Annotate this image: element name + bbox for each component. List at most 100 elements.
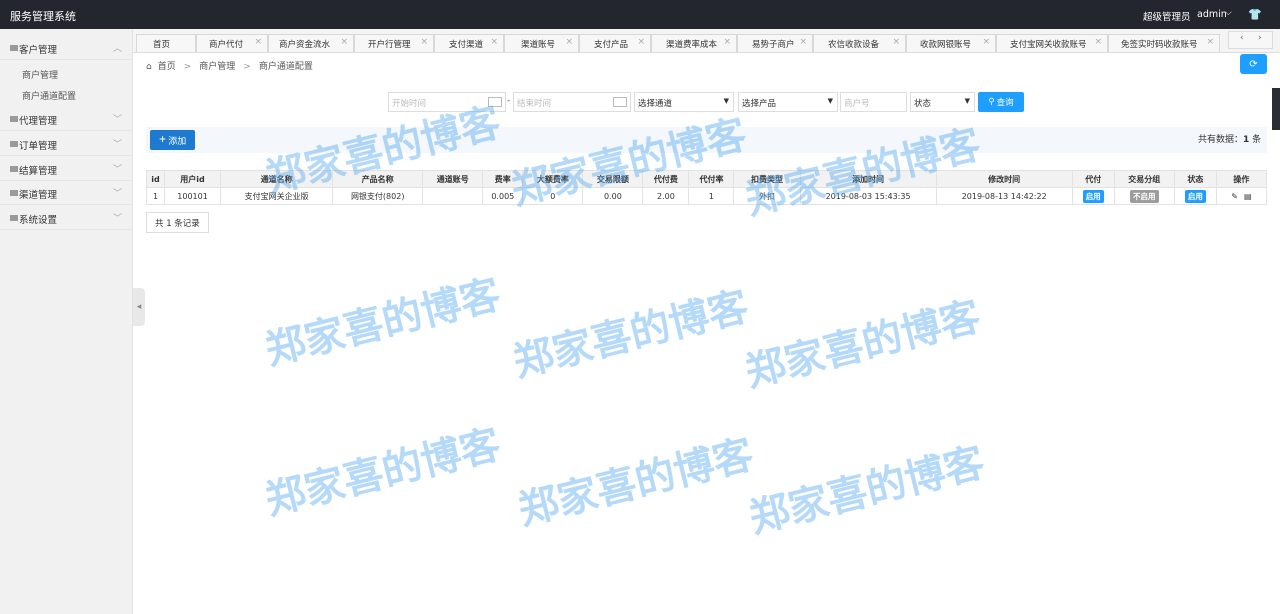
sidebar-group-order[interactable]: 订单管理 ﹀	[0, 132, 133, 156]
folder-icon	[10, 166, 18, 172]
cell-status: 启用	[1173, 187, 1217, 205]
breadcrumb-level2: 商户通道配置	[258, 62, 313, 72]
close-icon[interactable]: ×	[490, 37, 498, 47]
tab-bank-account[interactable]: 收款网银账号 ×	[906, 34, 996, 52]
cell-channel: 支付宝网关企业版	[220, 187, 334, 205]
tab-pay-product[interactable]: 支付产品 ×	[579, 34, 651, 52]
cell-product: 网银支付(802)	[332, 187, 424, 205]
tab-pay-channel[interactable]: 支付渠道 ×	[434, 34, 504, 52]
chevron-left-icon[interactable]: ‹	[1240, 33, 1244, 43]
close-icon[interactable]: ×	[254, 37, 262, 47]
record-count: 共 1 条记录	[146, 212, 209, 233]
calendar-icon	[488, 97, 502, 107]
close-icon[interactable]: ×	[637, 37, 645, 47]
sidebar-collapse-toggle[interactable]: ◂	[133, 288, 145, 326]
tabs-bar: 首页 商户代付 × 商户资金流水 × 开户行管理 × 支付渠道 × 渠道账号 × 支付产品…	[133, 29, 1280, 53]
col-header: 大额费率	[522, 170, 584, 188]
breadcrumb-home[interactable]: 首页	[158, 62, 176, 72]
cell-created: 2019-08-03 15:43:35	[799, 187, 937, 205]
sidebar-group-channel[interactable]: 渠道管理 ﹀	[0, 181, 133, 205]
col-header: 状态	[1173, 170, 1217, 188]
trade-group-badge[interactable]: 不启用	[1130, 189, 1159, 203]
tab-realtime-code[interactable]: 免签实时码收款账号 ×	[1108, 34, 1220, 52]
folder-icon	[10, 141, 18, 147]
chevron-right-icon[interactable]: ›	[1258, 33, 1262, 43]
close-icon[interactable]: ×	[723, 37, 731, 47]
tab-channel-rate[interactable]: 渠道费率成本 ×	[651, 34, 737, 52]
folder-icon	[10, 45, 18, 51]
sidebar-item-merchant-channel[interactable]: 商户通道配置	[22, 89, 76, 102]
sidebar-group-customer[interactable]: 客户管理 ︿	[0, 36, 133, 60]
refresh-button[interactable]: ⟳	[1240, 54, 1267, 74]
close-icon[interactable]: ×	[565, 37, 573, 47]
channel-config-table: id 用户id 通道名称 产品名称 通道账号 费率 大额费率 交易限额 代付费 …	[145, 170, 1268, 205]
sidebar-item-merchant[interactable]: 商户管理	[22, 68, 58, 81]
tab-merchant-payout[interactable]: 商户代付 ×	[196, 34, 268, 52]
close-icon[interactable]: ×	[340, 37, 348, 47]
col-header: 用户id	[164, 170, 222, 188]
tab-bank-management[interactable]: 开户行管理 ×	[354, 34, 434, 52]
sidebar-group-system[interactable]: 系统设置 ﹀	[0, 206, 133, 230]
query-button[interactable]: ⚲ 查询	[978, 92, 1024, 112]
tab-home[interactable]: 首页	[136, 34, 196, 52]
breadcrumb-level1[interactable]: 商户管理	[199, 62, 235, 72]
close-icon[interactable]: ×	[982, 37, 990, 47]
cell-large-rate: 0	[522, 187, 584, 205]
close-icon[interactable]: ×	[799, 37, 807, 47]
tab-merchant-funds[interactable]: 商户资金流水 ×	[268, 34, 354, 52]
product-select[interactable]: 选择产品 ▼	[738, 92, 838, 112]
cell-actions: ✎ ▤	[1215, 187, 1268, 205]
username-menu[interactable]: admin	[1197, 9, 1227, 20]
edit-icon[interactable]: ✎	[1231, 192, 1238, 201]
channel-select[interactable]: 选择通道 ▼	[634, 92, 734, 112]
tab-sub-merchant[interactable]: 易势子商户 ×	[737, 34, 813, 52]
cell-id: 1	[145, 187, 166, 205]
chevron-down-icon: ﹀	[112, 189, 122, 199]
chevron-up-icon: ︿	[112, 44, 122, 54]
col-header: 操作	[1215, 170, 1268, 188]
col-header: 代付率	[688, 170, 735, 188]
table-row: 1 100101 支付宝网关企业版 网银支付(802) 0.005 0 0.00…	[145, 187, 1268, 205]
sidebar-group-agent[interactable]: 代理管理 ﹀	[0, 107, 133, 131]
col-header: id	[145, 170, 166, 188]
payout-status-badge[interactable]: 启用	[1082, 189, 1104, 203]
cell-payout-rate: 1	[688, 187, 735, 205]
theme-shirt-icon[interactable]: 👕	[1248, 8, 1262, 21]
close-icon[interactable]: ×	[1206, 37, 1214, 47]
add-button[interactable]: + 添加	[150, 130, 195, 150]
close-icon[interactable]: ×	[1094, 37, 1102, 47]
caret-down-icon: ▼	[964, 97, 970, 105]
delete-icon[interactable]: ▤	[1244, 192, 1252, 201]
status-select[interactable]: 状态 ▼	[910, 92, 975, 112]
chevron-down-icon: ﹀	[112, 140, 122, 150]
breadcrumb-separator: >	[243, 62, 251, 72]
table-toolbar	[146, 127, 1267, 153]
merchant-number-input[interactable]: 商户号	[840, 92, 907, 112]
tab-pos-device[interactable]: 农信收款设备 ×	[813, 34, 906, 52]
sidebar: 客户管理 ︿ 商户管理 商户通道配置 代理管理 ﹀ 订单管理 ﹀ 结算管理 ﹀ …	[0, 29, 133, 614]
calendar-icon	[613, 97, 627, 107]
watermark: 郑家喜的博客	[508, 283, 753, 387]
cell-trade-group: 不启用	[1113, 187, 1175, 205]
search-icon: ⚲	[988, 97, 995, 107]
close-icon[interactable]: ×	[420, 37, 428, 47]
chevron-down-icon[interactable]: ⌵	[1225, 8, 1232, 18]
sidebar-group-label: 客户管理	[19, 45, 58, 56]
folder-icon	[10, 215, 18, 221]
plus-icon: +	[158, 135, 167, 145]
tab-channel-account[interactable]: 渠道账号 ×	[504, 34, 579, 52]
status-badge[interactable]: 启用	[1184, 189, 1206, 203]
col-header: 添加时间	[799, 170, 937, 188]
sidebar-group-settlement[interactable]: 结算管理 ﹀	[0, 157, 133, 181]
col-header: 产品名称	[332, 170, 424, 188]
close-icon[interactable]: ×	[892, 37, 900, 47]
folder-icon	[10, 116, 18, 122]
watermark: 郑家喜的博客	[740, 293, 985, 397]
end-time-input[interactable]: 结束时间	[513, 92, 631, 112]
col-header: 交易分组	[1113, 170, 1175, 188]
side-scroll-handle[interactable]	[1272, 88, 1280, 130]
col-header: 代付	[1071, 170, 1115, 188]
caret-down-icon: ▼	[827, 97, 833, 105]
start-time-input[interactable]: 开始时间	[388, 92, 506, 112]
tab-alipay-gateway[interactable]: 支付宝网关收款账号 ×	[996, 34, 1108, 52]
